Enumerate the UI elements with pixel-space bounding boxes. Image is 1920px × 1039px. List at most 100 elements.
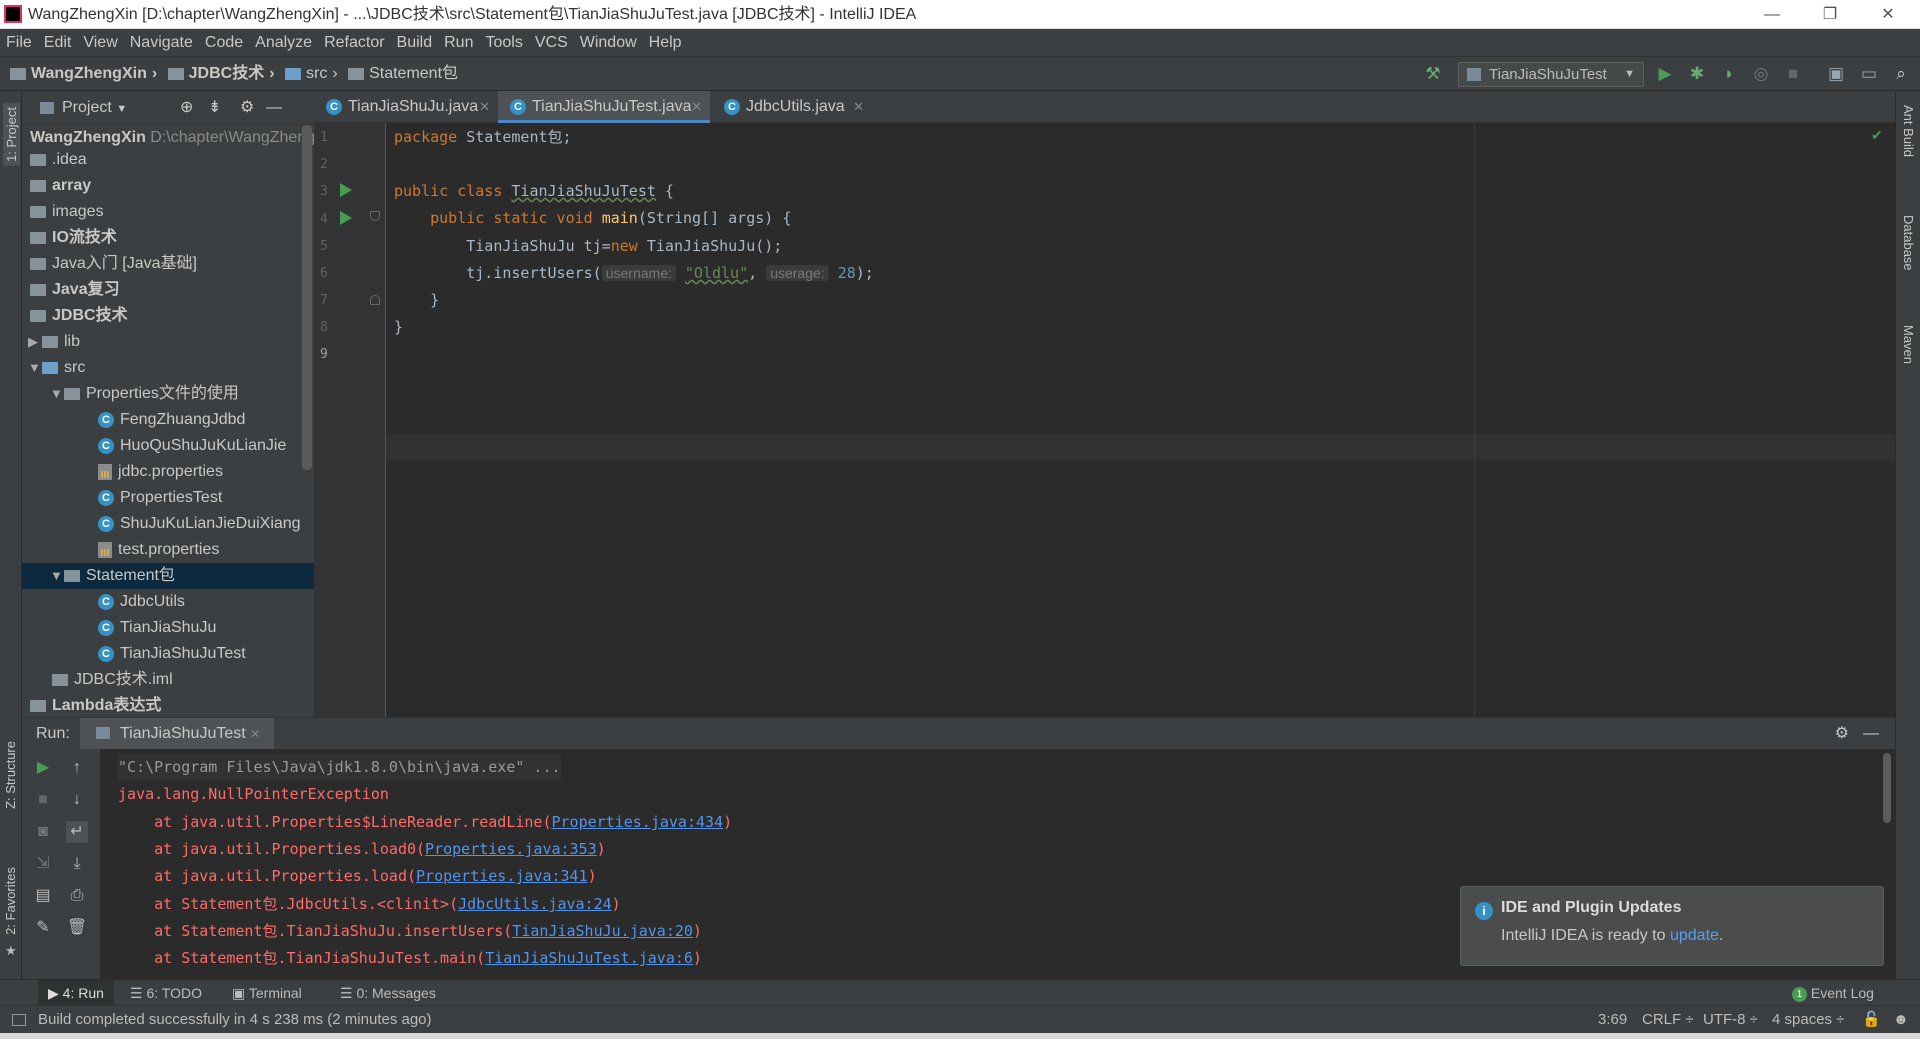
- inspector-icon[interactable]: ☻: [1893, 1006, 1909, 1034]
- camera-icon[interactable]: ◙: [32, 821, 54, 843]
- event-log-button[interactable]: 1 Event Log: [1792, 980, 1874, 1006]
- menu-window[interactable]: Window: [574, 29, 643, 56]
- tab-tianjiashuju[interactable]: C TianJiaShuJu.java ✕: [314, 91, 498, 123]
- project-view-select[interactable]: Project: [62, 99, 112, 116]
- tree-item-images[interactable]: images: [22, 199, 314, 225]
- stack-frame-link[interactable]: TianJiaShuJuTest.java:6: [485, 949, 693, 967]
- menu-run[interactable]: Run: [438, 29, 479, 56]
- pin-icon[interactable]: ✎: [32, 917, 54, 939]
- chevron-down-icon[interactable]: ▼: [50, 381, 64, 407]
- menu-view[interactable]: View: [77, 29, 123, 56]
- scroll-to-end-icon[interactable]: ⤓: [66, 853, 88, 875]
- tree-item-test-properties[interactable]: test.properties: [22, 537, 314, 563]
- hide-icon[interactable]: —: [1863, 718, 1879, 749]
- console-scrollbar[interactable]: [1883, 753, 1891, 823]
- stack-frame-link[interactable]: TianJiaShuJu.java:20: [512, 922, 693, 940]
- run-config-select[interactable]: TianJiaShuJuTest ▼: [1458, 62, 1644, 87]
- gear-icon[interactable]: ⚙: [1835, 718, 1849, 749]
- lock-icon[interactable]: 🔓: [1862, 1006, 1881, 1034]
- tree-item-java-intro[interactable]: Java入门 [Java基础]: [22, 251, 314, 277]
- tree-item-io[interactable]: IO流技术: [22, 225, 314, 251]
- sdk-icon[interactable]: ▭: [1858, 63, 1880, 85]
- maven-tool-button[interactable]: Maven: [1901, 325, 1916, 364]
- tree-item-src[interactable]: ▼ src: [22, 355, 314, 381]
- tree-item-lambda[interactable]: Lambda表达式: [22, 693, 314, 717]
- locate-icon[interactable]: ⊕: [180, 91, 193, 125]
- tree-item-tianjiashujutest[interactable]: C TianJiaShuJuTest: [22, 641, 314, 667]
- line-separator[interactable]: CRLF ÷: [1642, 1006, 1694, 1034]
- debug-icon[interactable]: ✱: [1686, 63, 1708, 85]
- menu-navigate[interactable]: Navigate: [124, 29, 199, 56]
- menu-help[interactable]: Help: [643, 29, 688, 56]
- run-icon[interactable]: ▶: [1654, 63, 1676, 85]
- update-link[interactable]: update: [1670, 927, 1719, 944]
- restore-button[interactable]: ❐: [1801, 0, 1859, 29]
- print-icon[interactable]: ⎙: [66, 885, 88, 907]
- up-arrow-icon[interactable]: ↑: [66, 757, 88, 779]
- coverage-icon[interactable]: ◗: [1718, 63, 1740, 85]
- tree-item-idea[interactable]: .idea: [22, 147, 314, 173]
- run-gutter-icon[interactable]: [340, 183, 352, 197]
- update-notification[interactable]: i IDE and Plugin Updates IntelliJ IDEA i…: [1460, 886, 1884, 966]
- tree-item-array[interactable]: array: [22, 173, 314, 199]
- trash-icon[interactable]: 🗑: [66, 917, 88, 939]
- tree-item-properties-pkg[interactable]: ▼ Properties文件的使用: [22, 381, 314, 407]
- fold-icon[interactable]: [370, 211, 380, 221]
- menu-file[interactable]: File: [0, 29, 38, 56]
- close-icon[interactable]: ✕: [479, 91, 490, 123]
- tab-jdbcutils[interactable]: C JdbcUtils.java ✕: [712, 91, 872, 123]
- run-gutter-icon[interactable]: [340, 211, 352, 225]
- structure-tool-button[interactable]: Z: Structure: [3, 741, 18, 809]
- down-arrow-icon[interactable]: ↓: [66, 789, 88, 811]
- close-icon[interactable]: ✕: [853, 91, 864, 123]
- menu-edit[interactable]: Edit: [38, 29, 78, 56]
- chevron-right-icon[interactable]: ▶: [28, 329, 42, 355]
- restore-layout-icon[interactable]: ⇲: [32, 853, 54, 875]
- menu-refactor[interactable]: Refactor: [318, 29, 390, 56]
- run-tab[interactable]: TianJiaShuJuTest ✕: [80, 718, 275, 749]
- breadcrumb-project[interactable]: WangZhengXin ›: [10, 57, 157, 91]
- tree-item-jdbc-properties[interactable]: jdbc.properties: [22, 459, 314, 485]
- run-tool-button[interactable]: ▶ 4: Run: [38, 980, 114, 1006]
- project-structure-icon[interactable]: ▣: [1825, 63, 1847, 85]
- tree-item-propertiestest[interactable]: C PropertiesTest: [22, 485, 314, 511]
- soft-wrap-icon[interactable]: ↵: [66, 821, 88, 843]
- caret-position[interactable]: 3:69: [1598, 1006, 1627, 1034]
- close-button[interactable]: ✕: [1859, 0, 1917, 29]
- menu-vcs[interactable]: VCS: [529, 29, 574, 56]
- tree-item-fengzhuang[interactable]: C FengZhuangJdbd: [22, 407, 314, 433]
- menu-code[interactable]: Code: [199, 29, 249, 56]
- tree-item-shujuku[interactable]: C ShuJuKuLianJieDuiXiang: [22, 511, 314, 537]
- ant-build-tool-button[interactable]: Ant Build: [1901, 105, 1916, 157]
- close-icon[interactable]: ✕: [691, 91, 702, 123]
- fold-icon[interactable]: [370, 295, 380, 305]
- stack-frame-link[interactable]: Properties.java:341: [416, 867, 588, 885]
- tree-item-huoqu[interactable]: C HuoQuShuJuKuLianJie: [22, 433, 314, 459]
- tree-item-java-review[interactable]: Java复习: [22, 277, 314, 303]
- database-tool-button[interactable]: Database: [1901, 215, 1916, 271]
- indent-setting[interactable]: 4 spaces ÷: [1772, 1006, 1844, 1034]
- collapse-all-icon[interactable]: ⇟: [208, 91, 221, 125]
- tree-item-tianjiashuju[interactable]: C TianJiaShuJu: [22, 615, 314, 641]
- favorites-tool-button[interactable]: 2: Favorites: [3, 867, 18, 935]
- search-icon[interactable]: ⌕: [1890, 63, 1912, 85]
- tree-item-jdbc[interactable]: JDBC技术: [22, 303, 314, 329]
- tree-item-lib[interactable]: ▶ lib: [22, 329, 314, 355]
- rerun-icon[interactable]: ▶: [32, 757, 54, 779]
- tree-item-iml[interactable]: JDBC技术.iml: [22, 667, 314, 693]
- chevron-down-icon[interactable]: ▼: [28, 355, 42, 381]
- project-tool-button[interactable]: 1: Project: [3, 103, 20, 166]
- project-scrollbar[interactable]: [302, 125, 312, 470]
- stop-icon[interactable]: ■: [1782, 63, 1804, 85]
- todo-tool-button[interactable]: ☰ 6: TODO: [130, 980, 202, 1006]
- stop-icon[interactable]: ■: [32, 789, 54, 811]
- chevron-down-icon[interactable]: ▼: [116, 103, 127, 115]
- hide-icon[interactable]: —: [266, 91, 282, 125]
- status-message[interactable]: Build completed successfully in 4 s 238 …: [38, 1006, 432, 1034]
- gear-icon[interactable]: ⚙: [240, 91, 254, 125]
- messages-tool-button[interactable]: ☰ 0: Messages: [340, 980, 436, 1006]
- code-area[interactable]: package Statement包; public class TianJia…: [394, 123, 1794, 717]
- stack-frame-link[interactable]: Properties.java:434: [551, 813, 723, 831]
- chevron-down-icon[interactable]: ▼: [50, 563, 64, 589]
- layout-icon[interactable]: ▤: [32, 885, 54, 907]
